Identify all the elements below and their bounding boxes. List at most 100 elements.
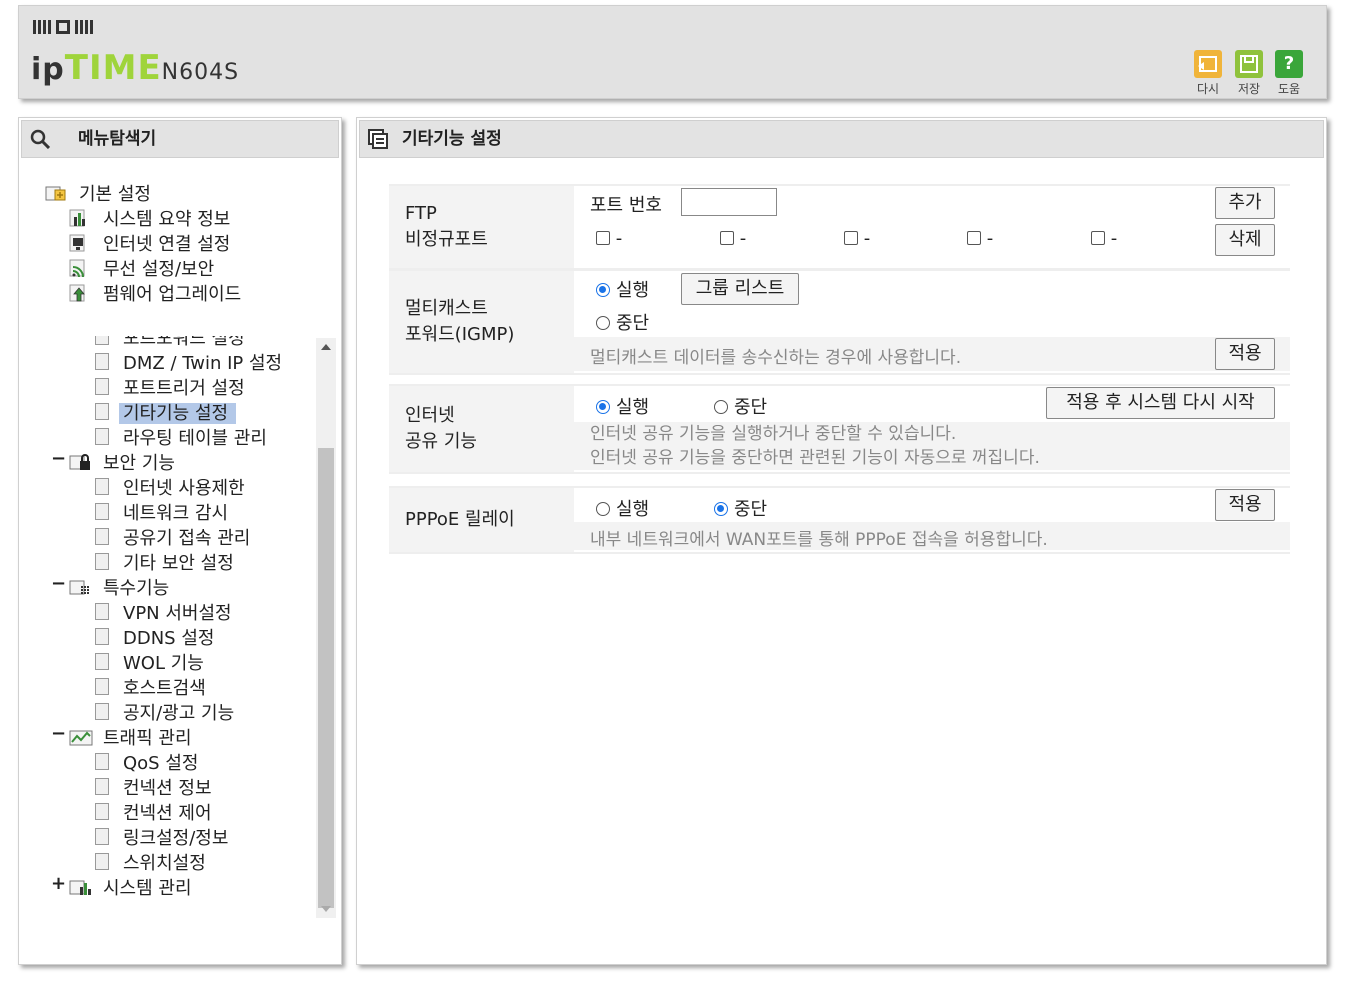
tree-item-port-trigger[interactable]: 포트트리거 설정 [95, 374, 245, 400]
ftp-slot-4[interactable]: - [967, 228, 993, 249]
collapse-traffic-toggle[interactable]: − [51, 723, 66, 744]
tree-item-connection-info[interactable]: 컨넥션 정보 [95, 774, 212, 800]
tree-item-network-monitor[interactable]: 네트워크 감시 [95, 499, 228, 525]
tree-item-system-summary[interactable]: 시스템 요약 정보 [69, 205, 230, 231]
expand-system-toggle[interactable]: + [51, 873, 66, 894]
tree-security[interactable]: 보안 기능 [69, 449, 175, 475]
collapse-special-toggle[interactable]: − [51, 573, 66, 594]
pppoe-run-option[interactable]: 실행 [596, 495, 649, 521]
sharing-stop-radio[interactable] [714, 400, 728, 414]
ftp-slot-2-checkbox[interactable] [720, 231, 734, 245]
ftp-slot-4-checkbox[interactable] [967, 231, 981, 245]
menu-explorer-title-bar: 메뉴탐색기 [21, 120, 339, 158]
page-icon [95, 853, 109, 870]
sharing-label: 인터넷 공유 기능 [389, 386, 574, 472]
tree-basic-settings[interactable]: 기본 설정 [45, 180, 151, 206]
page-icon [95, 628, 109, 645]
ftp-slot-1-text: - [615, 228, 623, 249]
search-icon [30, 129, 50, 149]
ftp-delete-button[interactable]: 삭제 [1215, 224, 1275, 256]
tree-system-label: 시스템 관리 [103, 878, 192, 899]
tree-item-vpn-label: VPN 서버설정 [123, 603, 232, 624]
ftp-slot-4-text: - [986, 228, 994, 249]
tree-item-misc-security[interactable]: 기타 보안 설정 [95, 549, 234, 575]
apply-and-restart-button[interactable]: 적용 후 시스템 다시 시작 [1046, 387, 1275, 419]
help-glyph: ? [1283, 53, 1295, 74]
scroll-down-arrow-icon[interactable] [321, 906, 331, 912]
tree-item-link-settings[interactable]: 링크설정/정보 [95, 824, 228, 850]
traffic-graph-icon [69, 728, 93, 746]
content-title: 기타기능 설정 [402, 129, 502, 149]
pppoe-stop-option[interactable]: 중단 [714, 495, 767, 521]
igmp-desc-row: 멀티캐스트 데이터를 송수신하는 경우에 사용합니다. 적용 [574, 337, 1290, 371]
tree-item-dmz[interactable]: DMZ / Twin IP 설정 [95, 349, 282, 375]
ftp-port-input[interactable] [681, 188, 777, 216]
menu-tree-scrollbar[interactable] [316, 338, 336, 918]
tree-item-port-forward[interactable]: 포트포워드 설정 [95, 336, 245, 350]
scrollbar-thumb[interactable] [318, 448, 334, 908]
ftp-slot-2-text: - [739, 228, 747, 249]
grid-folder-icon [69, 578, 93, 596]
help-button[interactable]: ? 도움 [1274, 50, 1304, 97]
tree-item-qos[interactable]: QoS 설정 [95, 749, 198, 775]
ftp-slot-1-checkbox[interactable] [596, 231, 610, 245]
tree-item-ddns-label: DDNS 설정 [123, 628, 215, 649]
pppoe-stop-radio[interactable] [714, 502, 728, 516]
pppoe-label: PPPoE 릴레이 [389, 488, 574, 552]
tree-item-vpn[interactable]: VPN 서버설정 [95, 599, 232, 625]
tree-traffic[interactable]: 트래픽 관리 [69, 724, 192, 750]
tree-item-link-settings-label: 링크설정/정보 [123, 828, 229, 849]
tree-item-port-trigger-label: 포트트리거 설정 [123, 378, 245, 399]
scroll-up-arrow-icon[interactable] [321, 344, 331, 350]
tree-item-switch-settings[interactable]: 스위치설정 [95, 849, 206, 875]
tree-special[interactable]: 특수기능 [69, 574, 169, 600]
ftp-slot-3-text: - [863, 228, 871, 249]
page-icon [95, 653, 109, 670]
ftp-slot-3-checkbox[interactable] [844, 231, 858, 245]
pppoe-run-radio[interactable] [596, 502, 610, 516]
tree-item-router-access[interactable]: 공유기 접속 관리 [95, 524, 250, 550]
tree-item-internet-connection[interactable]: 인터넷 연결 설정 [69, 230, 230, 256]
tree-item-connection-control-label: 컨넥션 제어 [123, 803, 212, 824]
help-label: 도움 [1277, 82, 1301, 96]
folder-icon [45, 184, 69, 202]
tree-item-internet-restriction[interactable]: 인터넷 사용제한 [95, 474, 245, 500]
tree-item-wol[interactable]: WOL 기능 [95, 649, 204, 675]
tree-item-notice-ad[interactable]: 공지/광고 기능 [95, 699, 234, 725]
tree-item-firmware-upgrade[interactable]: 펌웨어 업그레이드 [69, 280, 241, 306]
igmp-apply-button[interactable]: 적용 [1215, 338, 1275, 370]
tree-system[interactable]: 시스템 관리 [69, 874, 192, 900]
tree-item-routing-table[interactable]: 라우팅 테이블 관리 [95, 424, 267, 450]
ftp-slot-5[interactable]: - [1091, 228, 1117, 249]
tree-item-ddns[interactable]: DDNS 설정 [95, 624, 214, 650]
save-button[interactable]: 저장 [1234, 50, 1264, 97]
sharing-description-2: 인터넷 공유 기능을 중단하면 관련된 기능이 자동으로 꺼집니다. [590, 448, 1040, 468]
sharing-stop-option[interactable]: 중단 [714, 393, 767, 419]
ftp-slot-1[interactable]: - [596, 228, 622, 249]
content-title-bar: 기타기능 설정 [359, 120, 1324, 158]
collapse-security-toggle[interactable]: − [51, 448, 66, 469]
sharing-run-option[interactable]: 실행 [596, 393, 649, 419]
sharing-stop-label: 중단 [734, 397, 768, 418]
window-list-icon [368, 129, 388, 149]
ftp-slot-5-checkbox[interactable] [1091, 231, 1105, 245]
page-icon [95, 803, 109, 820]
ftp-slot-3[interactable]: - [844, 228, 870, 249]
igmp-stop-option[interactable]: 중단 [596, 309, 649, 335]
ftp-add-button[interactable]: 추가 [1215, 187, 1275, 219]
ftp-label-line1: FTP [405, 203, 437, 224]
sharing-run-radio[interactable] [596, 400, 610, 414]
igmp-run-radio[interactable] [596, 283, 610, 297]
group-list-button[interactable]: 그룹 리스트 [681, 273, 799, 305]
menu-tree-scroll-area[interactable]: 포트포워드 설정 DMZ / Twin IP 설정 포트트리거 설정 기타기능 … [19, 336, 315, 916]
page-icon [95, 378, 109, 395]
ftp-slot-2[interactable]: - [720, 228, 746, 249]
tree-item-wireless-settings[interactable]: 무선 설정/보안 [69, 255, 214, 281]
undo-button[interactable]: 다시 [1193, 50, 1223, 97]
igmp-run-option[interactable]: 실행 [596, 276, 649, 302]
pppoe-apply-button[interactable]: 적용 [1215, 489, 1275, 521]
igmp-stop-radio[interactable] [596, 316, 610, 330]
tree-item-connection-control[interactable]: 컨넥션 제어 [95, 799, 212, 825]
tree-item-host-search[interactable]: 호스트검색 [95, 674, 206, 700]
tree-item-misc-settings[interactable]: 기타기능 설정 [95, 399, 237, 425]
